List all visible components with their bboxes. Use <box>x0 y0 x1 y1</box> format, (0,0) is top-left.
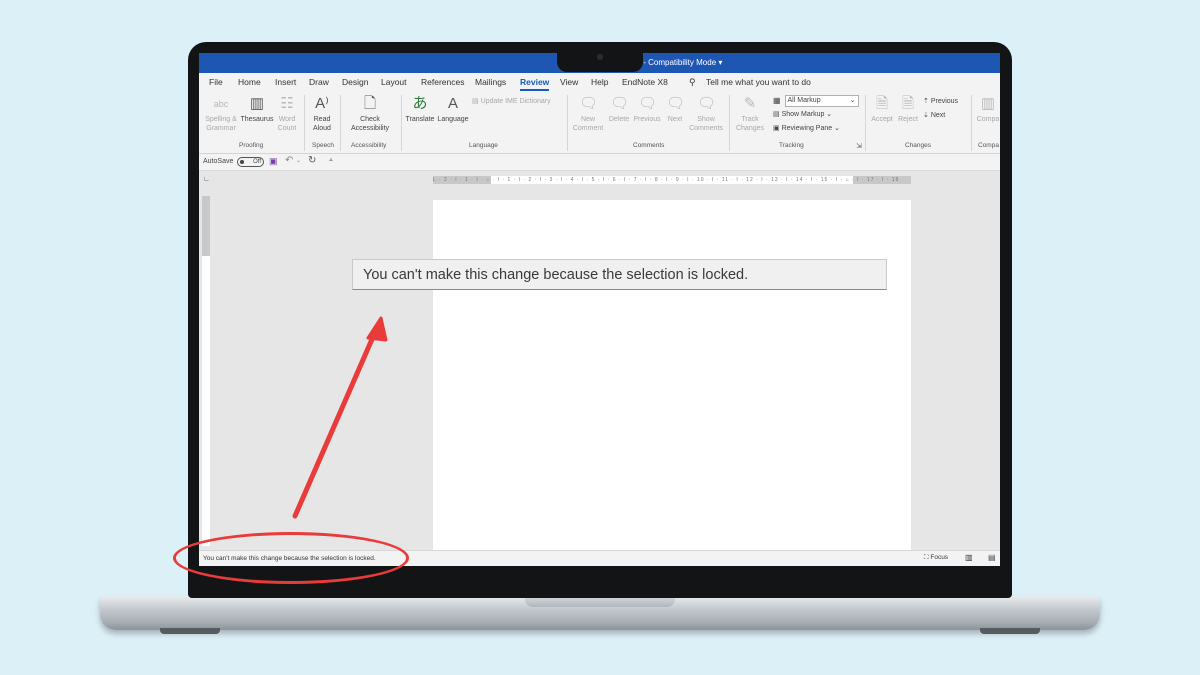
annotation-arrow <box>292 316 388 519</box>
